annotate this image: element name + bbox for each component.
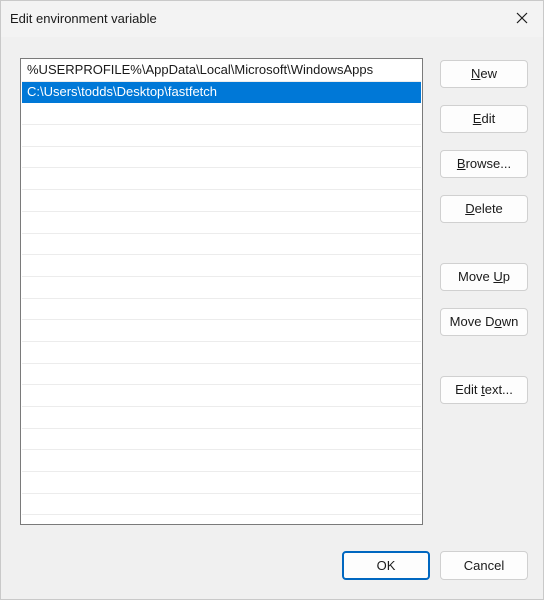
empty-list-row[interactable] [22, 320, 421, 342]
empty-list-row[interactable] [22, 125, 421, 147]
edit-environment-variable-dialog: Edit environment variable %USERPROFILE%\… [0, 0, 544, 600]
close-button[interactable] [507, 3, 537, 33]
new-button[interactable]: New [440, 60, 528, 88]
browse-button[interactable]: Browse... [440, 150, 528, 178]
path-list-rows: %USERPROFILE%\AppData\Local\Microsoft\Wi… [22, 60, 421, 523]
empty-list-row[interactable] [22, 450, 421, 473]
empty-list-row[interactable] [22, 364, 421, 386]
cancel-button[interactable]: Cancel [440, 551, 528, 580]
close-icon [516, 12, 528, 24]
empty-list-row[interactable] [22, 385, 421, 407]
empty-list-row[interactable] [22, 299, 421, 321]
edit-text-button[interactable]: Edit text... [440, 376, 528, 404]
title-bar: Edit environment variable [1, 1, 543, 37]
empty-list-row[interactable] [22, 168, 421, 191]
move-down-button[interactable]: Move Down [440, 308, 528, 336]
empty-list-row[interactable] [22, 407, 421, 429]
empty-list-row[interactable] [22, 103, 421, 126]
empty-list-row[interactable] [22, 255, 421, 277]
empty-list-row[interactable] [22, 472, 421, 494]
ok-button[interactable]: OK [342, 551, 430, 580]
list-item-selected[interactable]: C:\Users\todds\Desktop\fastfetch [22, 81, 421, 104]
empty-list-row[interactable] [22, 234, 421, 256]
empty-list-row[interactable] [22, 494, 421, 516]
empty-list-row[interactable] [22, 147, 421, 169]
empty-list-row[interactable] [22, 429, 421, 451]
empty-list-row[interactable] [22, 212, 421, 234]
window-title: Edit environment variable [10, 11, 157, 26]
move-up-button[interactable]: Move Up [440, 263, 528, 291]
path-list[interactable]: %USERPROFILE%\AppData\Local\Microsoft\Wi… [20, 58, 423, 525]
edit-button[interactable]: Edit [440, 105, 528, 133]
empty-list-row[interactable] [22, 277, 421, 299]
empty-list-row[interactable] [22, 342, 421, 364]
list-item[interactable]: %USERPROFILE%\AppData\Local\Microsoft\Wi… [22, 60, 421, 82]
empty-list-row[interactable] [22, 190, 421, 212]
delete-button[interactable]: Delete [440, 195, 528, 223]
